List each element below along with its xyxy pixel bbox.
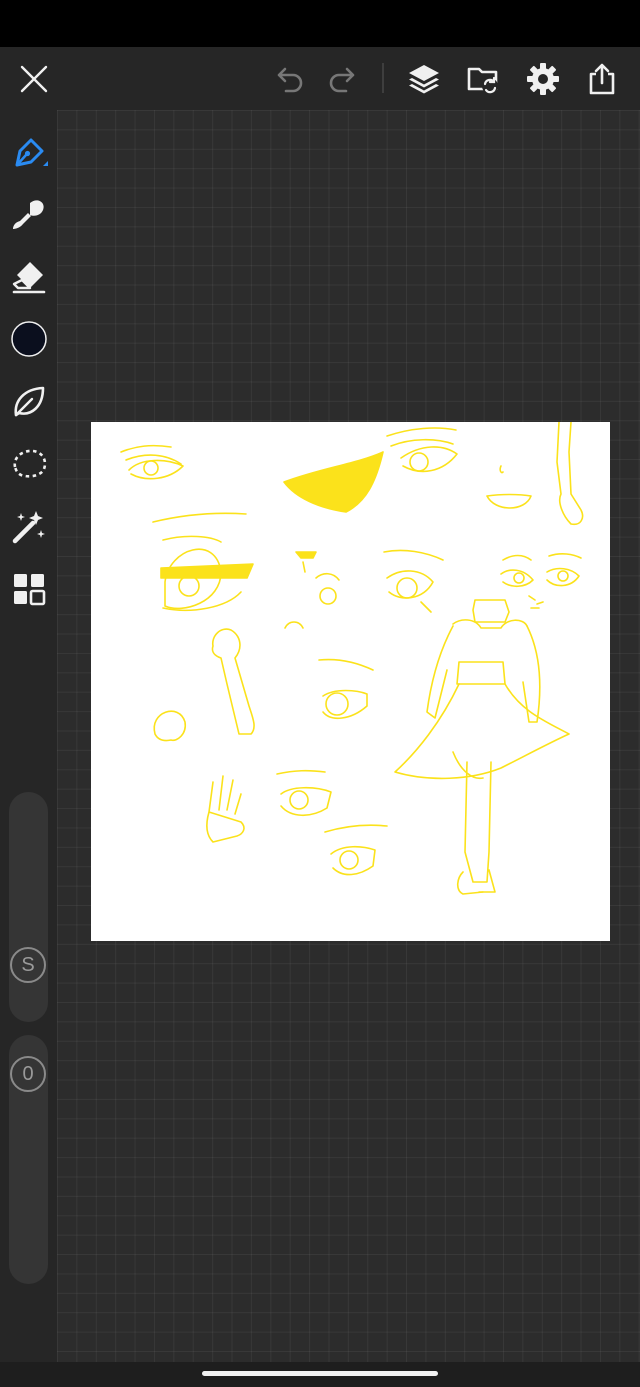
lasso-icon	[12, 449, 46, 478]
gear-icon	[527, 62, 559, 95]
close-button[interactable]	[6, 47, 62, 110]
sketch-artwork	[120, 421, 584, 895]
tool-panel: S 0	[0, 110, 57, 1362]
face-sketch-center	[284, 551, 340, 629]
eraser-icon	[12, 262, 45, 294]
layers-icon	[409, 64, 439, 93]
folder-sync-icon	[467, 67, 498, 94]
color-swatch	[10, 321, 47, 357]
eye-sketch-bottom	[324, 824, 388, 876]
close-icon	[20, 65, 48, 92]
status-bar	[0, 0, 640, 47]
mouth-sketch-large	[283, 451, 384, 513]
mouth-sketch-small	[486, 465, 532, 509]
brush-icon	[12, 200, 44, 229]
magic-wand-icon	[12, 511, 45, 544]
lasso-fill-tool[interactable]	[0, 378, 57, 426]
eye-sketch-top-right	[386, 427, 458, 473]
head-outline-sketch	[153, 710, 187, 742]
more-tools-button[interactable]	[0, 565, 57, 613]
redo-button[interactable]	[314, 47, 370, 110]
magic-wand-tool[interactable]	[0, 503, 57, 551]
layers-button[interactable]	[396, 47, 452, 110]
grid-icon	[13, 574, 45, 606]
redo-icon	[329, 67, 355, 92]
eraser-tool[interactable]	[0, 253, 57, 301]
eye-sketch-lower	[276, 769, 332, 817]
share-button[interactable]	[574, 47, 630, 110]
top-toolbar	[0, 47, 640, 110]
pen-tool[interactable]	[0, 129, 57, 177]
opacity-label: 0	[10, 1056, 46, 1092]
hand-sketch	[206, 775, 245, 843]
eye-sketch-middle	[318, 658, 374, 719]
dress-figure-sketch	[394, 599, 570, 895]
gallery-button[interactable]	[455, 47, 511, 110]
drawing-canvas[interactable]	[91, 421, 610, 941]
lasso-select-tool[interactable]	[0, 440, 57, 488]
eye-sketch-large	[152, 512, 254, 612]
undo-icon	[277, 67, 303, 92]
color-picker[interactable]	[0, 315, 57, 363]
undo-button[interactable]	[262, 47, 318, 110]
share-icon	[589, 63, 615, 94]
face-sketch-right	[500, 553, 582, 609]
arm-sketch	[211, 628, 255, 735]
brush-tool[interactable]	[0, 190, 57, 238]
toolbar-divider	[382, 63, 384, 93]
eye-sketch-top-left	[120, 444, 184, 480]
home-indicator[interactable]	[202, 1371, 438, 1376]
leaf-icon	[14, 386, 44, 417]
brush-size-label: S	[10, 947, 46, 983]
pen-icon	[15, 138, 48, 167]
brush-size-slider[interactable]	[9, 792, 48, 1022]
settings-button[interactable]	[515, 47, 571, 110]
leg-sketch	[556, 421, 584, 526]
eye-sketch-center-right	[383, 549, 444, 613]
